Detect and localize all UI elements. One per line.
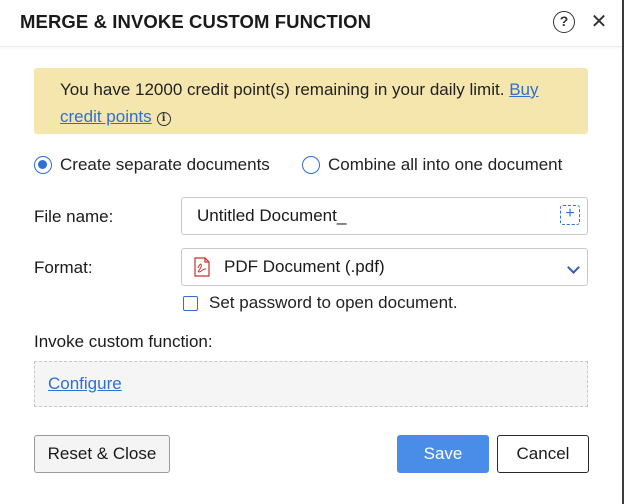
dialog-header: MERGE & INVOKE CUSTOM FUNCTION ? ✕ — [0, 0, 622, 47]
radio-unchecked-icon — [302, 156, 320, 174]
file-name-value: Untitled Document_ — [197, 206, 347, 225]
file-name-label: File name: — [34, 207, 114, 226]
configure-link[interactable]: Configure — [48, 374, 122, 394]
password-label: Set password to open document. — [209, 293, 458, 312]
insert-field-icon[interactable]: + — [560, 205, 580, 225]
radio-checked-icon — [34, 156, 52, 174]
reset-close-button[interactable]: Reset & Close — [34, 435, 170, 473]
format-label: Format: — [34, 258, 93, 277]
chevron-down-icon — [567, 261, 580, 274]
password-checkbox[interactable] — [183, 295, 198, 311]
cancel-button[interactable]: Cancel — [497, 435, 589, 473]
credit-banner: You have 12000 credit point(s) remaining… — [34, 68, 588, 134]
radio-combine-documents[interactable]: Combine all into one document — [302, 155, 562, 175]
info-icon[interactable]: i — [156, 112, 171, 126]
radio-label: Create separate documents — [60, 155, 270, 174]
credit-banner-text: You have 12000 credit point(s) remaining… — [60, 80, 505, 99]
password-option[interactable]: Set password to open document. — [183, 293, 458, 313]
custom-function-box: Configure — [34, 361, 588, 407]
save-button[interactable]: Save — [397, 435, 489, 473]
merge-dialog: MERGE & INVOKE CUSTOM FUNCTION ? ✕ You h… — [0, 0, 624, 504]
help-icon[interactable]: ? — [553, 11, 575, 33]
radio-label: Combine all into one document — [328, 155, 563, 174]
custom-function-label: Invoke custom function: — [34, 332, 213, 351]
file-name-input[interactable]: Untitled Document_ + — [181, 197, 588, 235]
format-value: PDF Document (.pdf) — [224, 257, 385, 276]
dialog-title: MERGE & INVOKE CUSTOM FUNCTION — [20, 11, 372, 32]
format-select[interactable]: PDF Document (.pdf) — [181, 248, 588, 286]
radio-separate-documents[interactable]: Create separate documents — [34, 155, 270, 175]
pdf-file-icon — [194, 257, 210, 277]
close-icon[interactable]: ✕ — [589, 10, 609, 34]
